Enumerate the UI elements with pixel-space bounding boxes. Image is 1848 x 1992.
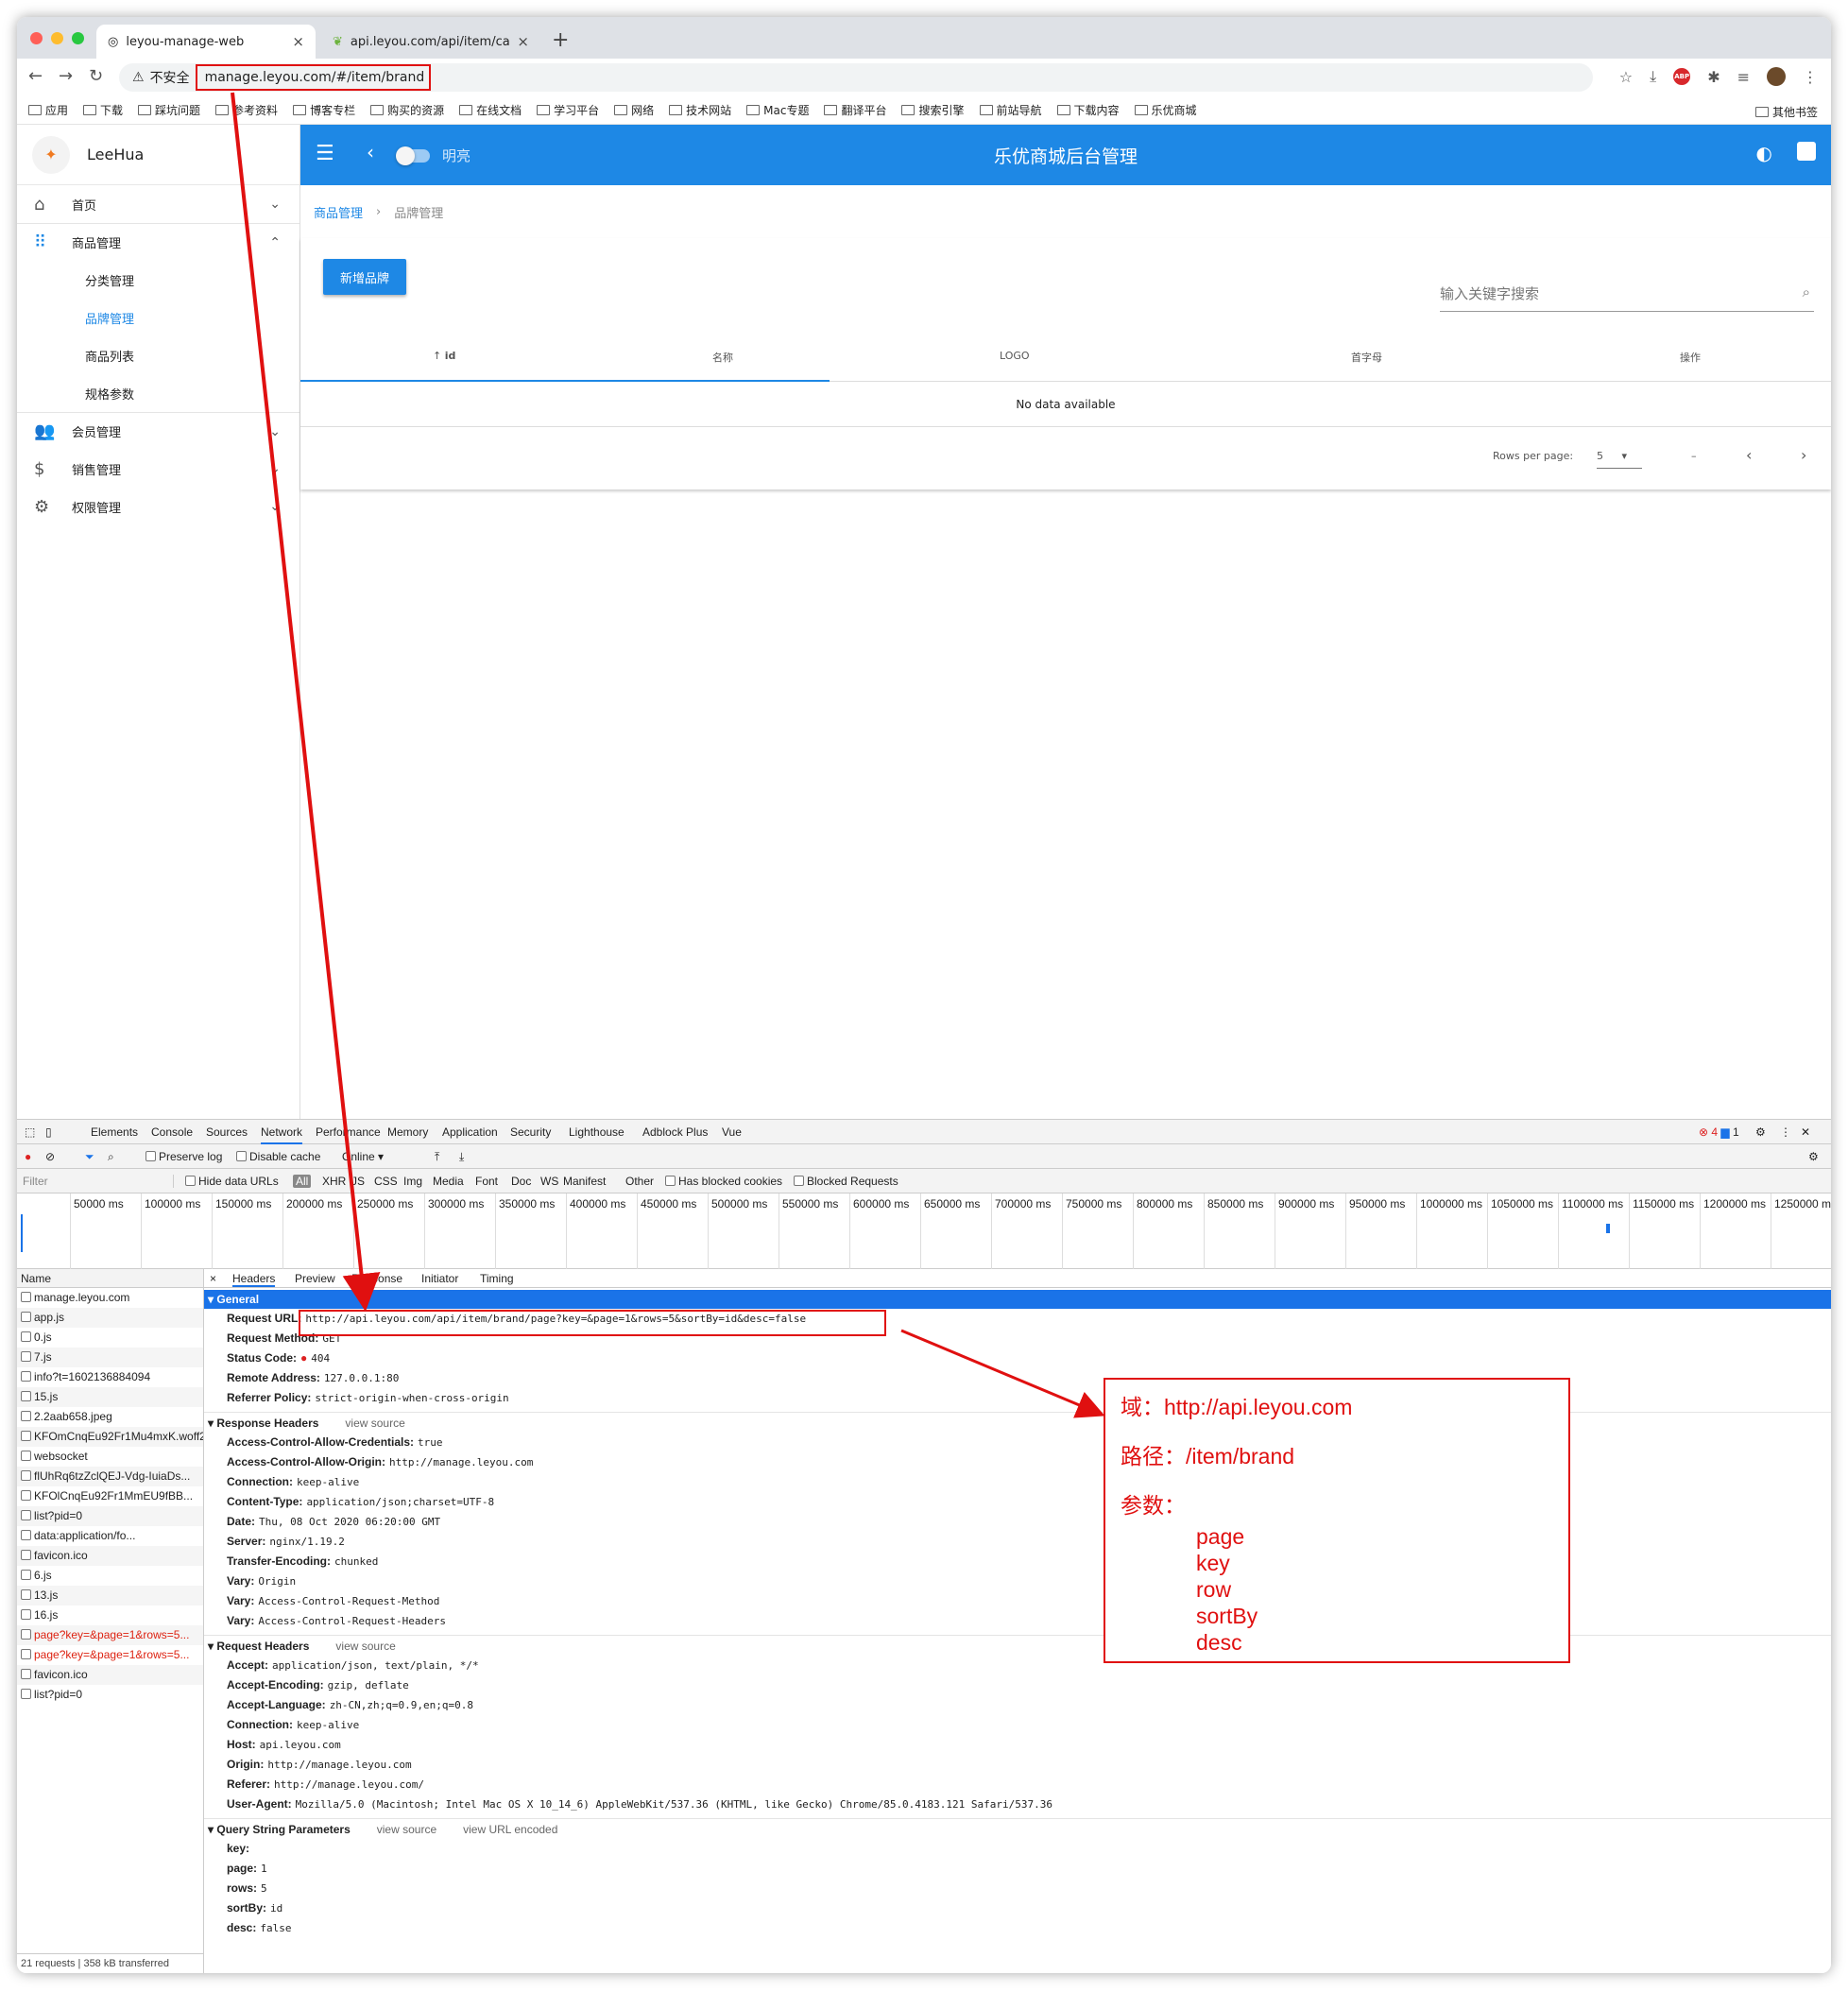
annotation-params-label: 参数： [1121, 1493, 1186, 1518]
arrow-request-to-note [900, 1329, 1105, 1418]
annotation-param: page [1196, 1524, 1245, 1549]
annotation-param: key [1196, 1551, 1230, 1575]
annotation-param: row [1196, 1577, 1232, 1602]
annotation-param: sortBy [1196, 1604, 1258, 1628]
annotation-note: 域：http://api.leyou.com 路径：/item/brand 参数… [1104, 1378, 1570, 1663]
annotation-param: desc [1196, 1630, 1242, 1655]
arrow-url-to-request [231, 92, 381, 1312]
annotation-params: page key row sortBy desc [1196, 1523, 1553, 1656]
annotation-domain: 域：http://api.leyou.com [1121, 1395, 1353, 1419]
annotation-path: 路径：/item/brand [1121, 1444, 1295, 1468]
annotation-arrows [231, 92, 1105, 1418]
